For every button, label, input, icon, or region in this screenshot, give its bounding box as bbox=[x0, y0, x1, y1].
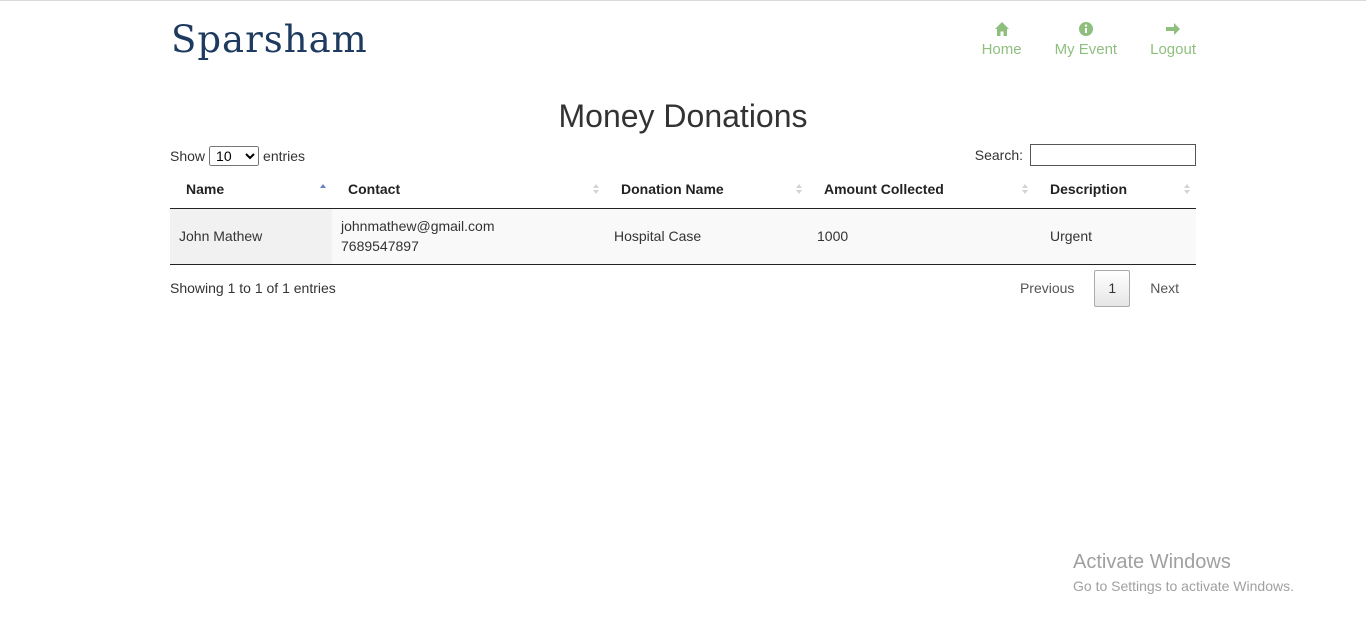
search-input[interactable] bbox=[1030, 144, 1196, 166]
cell-name: John Mathew bbox=[170, 208, 332, 265]
contact-phone: 7689547897 bbox=[341, 238, 419, 254]
cell-contact: johnmathew@gmail.com 7689547897 bbox=[332, 208, 605, 265]
table-row: John Mathew johnmathew@gmail.com 7689547… bbox=[170, 208, 1196, 265]
column-header-amount-collected[interactable]: Amount Collected bbox=[808, 171, 1034, 209]
column-header-name[interactable]: Name bbox=[170, 171, 332, 209]
top-nav: Home My Event Logout bbox=[982, 21, 1196, 58]
column-header-label: Donation Name bbox=[621, 181, 724, 198]
next-button[interactable]: Next bbox=[1133, 270, 1196, 307]
sort-both-icon bbox=[1184, 184, 1190, 194]
watermark-subtitle: Go to Settings to activate Windows. bbox=[1073, 578, 1294, 594]
sort-both-icon bbox=[1022, 184, 1028, 194]
pagination: Previous 1 Next bbox=[1003, 270, 1196, 307]
search-label: Search: bbox=[974, 147, 1023, 163]
column-header-label: Contact bbox=[348, 181, 401, 198]
contact-email: johnmathew@gmail.com bbox=[341, 218, 495, 234]
cell-description: Urgent bbox=[1034, 208, 1196, 265]
activate-windows-watermark: Activate Windows Go to Settings to activ… bbox=[1073, 551, 1294, 594]
info-icon bbox=[1078, 22, 1093, 36]
page-button-current[interactable]: 1 bbox=[1094, 270, 1131, 307]
page-title: Money Donations bbox=[558, 98, 808, 134]
nav-home[interactable]: Home bbox=[982, 21, 1022, 58]
sort-both-icon bbox=[593, 184, 599, 194]
sort-both-icon bbox=[796, 184, 802, 194]
show-label: Show bbox=[170, 148, 206, 164]
entries-length-control: Show 10 25 50 100 entries bbox=[170, 146, 305, 166]
search-control: Search: bbox=[975, 144, 1196, 166]
nav-logout-label: Logout bbox=[1150, 41, 1196, 58]
column-header-label: Description bbox=[1050, 181, 1128, 198]
column-header-label: Amount Collected bbox=[824, 181, 944, 198]
table-header-row: Name Contact Donation Name Amount Collec… bbox=[170, 171, 1196, 209]
entries-label: entries bbox=[263, 148, 306, 164]
entries-select[interactable]: 10 25 50 100 bbox=[209, 146, 260, 166]
column-header-label: Name bbox=[186, 181, 225, 198]
table-info: Showing 1 to 1 of 1 entries bbox=[170, 280, 336, 296]
arrow-right-icon bbox=[1166, 23, 1181, 35]
brand-logo[interactable]: Sparsham bbox=[171, 21, 368, 58]
cell-amount-collected: 1000 bbox=[808, 208, 1034, 265]
nav-logout[interactable]: Logout bbox=[1150, 21, 1196, 58]
nav-home-label: Home bbox=[981, 41, 1022, 58]
column-header-contact[interactable]: Contact bbox=[332, 171, 605, 209]
sort-ascending-icon bbox=[320, 184, 326, 188]
column-header-description[interactable]: Description bbox=[1034, 171, 1196, 209]
donations-table: Name Contact Donation Name Amount Collec… bbox=[170, 171, 1196, 265]
column-header-donation-name[interactable]: Donation Name bbox=[605, 171, 808, 209]
cell-donation-name: Hospital Case bbox=[605, 208, 808, 265]
watermark-title: Activate Windows bbox=[1073, 551, 1231, 573]
nav-my-event-label: My Event bbox=[1054, 41, 1118, 58]
home-icon bbox=[994, 22, 1009, 36]
previous-button[interactable]: Previous bbox=[1003, 270, 1091, 307]
nav-my-event[interactable]: My Event bbox=[1054, 21, 1118, 58]
